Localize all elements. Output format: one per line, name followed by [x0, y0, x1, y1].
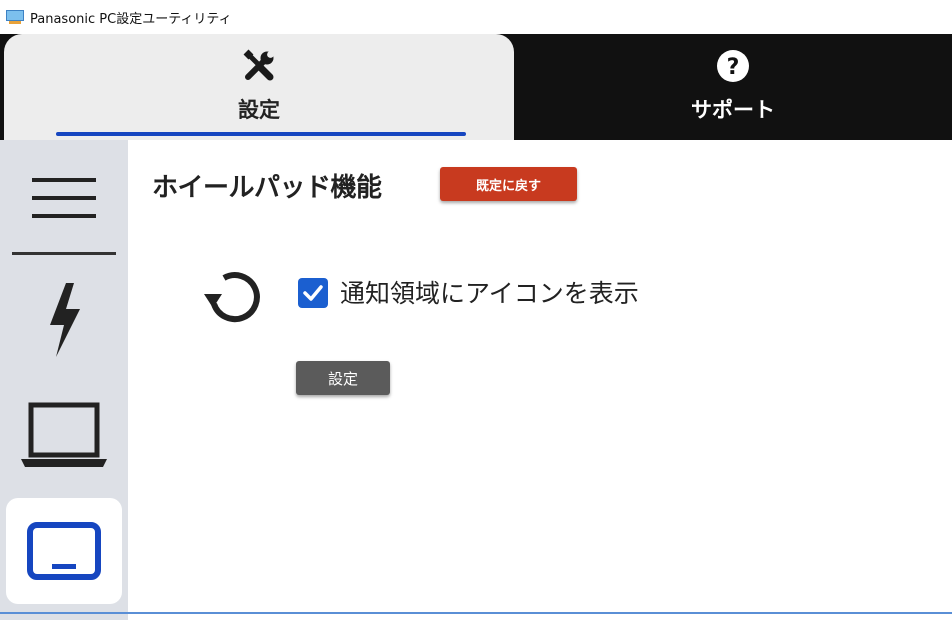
selected-tab-indicator — [56, 132, 466, 136]
page-title: ホイールパッド機能 — [152, 173, 382, 203]
sidebar-item-power[interactable] — [6, 270, 122, 370]
sidebar-divider — [12, 252, 116, 255]
refresh-icon — [204, 272, 260, 323]
help-circle-icon: ? — [713, 46, 753, 86]
display-icon — [27, 522, 101, 580]
main-panel: ホイールパッド機能 既定に戻す 通知領域にアイコンを表示 設定 — [128, 140, 952, 620]
laptop-icon — [21, 402, 107, 467]
tab-settings[interactable]: 設定 — [4, 34, 514, 140]
tab-support-label: サポート — [691, 98, 775, 122]
show-tray-icon-label: 通知領域にアイコンを表示 — [340, 279, 639, 308]
sidebar-item-menu[interactable] — [6, 158, 122, 238]
tab-settings-label: 設定 — [238, 98, 280, 122]
app-icon — [6, 10, 24, 24]
show-tray-icon-checkbox[interactable] — [298, 278, 328, 308]
tab-support[interactable]: ? サポート — [514, 34, 952, 140]
svg-text:?: ? — [727, 55, 740, 80]
checkmark-icon — [303, 285, 323, 301]
apply-button[interactable]: 設定 — [296, 361, 390, 395]
title-bar: Panasonic PC設定ユーティリティ — [0, 0, 952, 34]
menu-icon — [32, 178, 96, 218]
lightning-icon — [50, 283, 80, 357]
window-title: Panasonic PC設定ユーティリティ — [30, 11, 232, 27]
reset-defaults-button[interactable]: 既定に戻す — [440, 167, 577, 201]
tools-icon — [239, 46, 279, 86]
sidebar-item-laptop[interactable] — [6, 392, 122, 480]
sidebar — [0, 140, 128, 620]
sidebar-item-display[interactable] — [6, 498, 122, 604]
tab-bar: 設定 ? サポート — [0, 34, 952, 140]
window-border — [0, 612, 952, 614]
